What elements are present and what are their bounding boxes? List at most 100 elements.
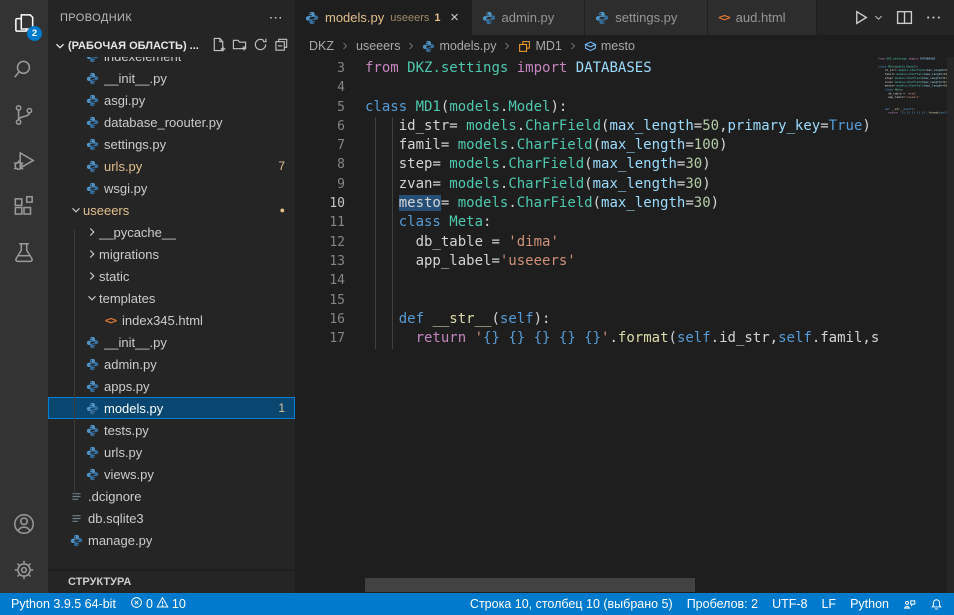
tree-folder-useeers[interactable]: useeers● <box>48 199 295 221</box>
tree-item-wsgi-py[interactable]: wsgi.py <box>48 177 295 199</box>
file-label: migrations <box>99 247 159 262</box>
problems-indicator[interactable]: 010 <box>123 593 193 615</box>
close-icon[interactable]: × <box>449 10 461 25</box>
python-icon <box>84 182 101 195</box>
tree-item-settings-py[interactable]: settings.py <box>48 133 295 155</box>
eol[interactable]: LF <box>814 593 843 615</box>
refresh-icon[interactable] <box>253 37 268 55</box>
python-icon <box>84 446 101 459</box>
encoding[interactable]: UTF-8 <box>765 593 814 615</box>
line-content: id_str= models.CharField(max_length=50,p… <box>365 117 878 136</box>
code-line: 16 def __str__(self): <box>295 310 878 329</box>
line-number: 6 <box>295 117 345 136</box>
listfile-icon <box>68 490 85 503</box>
collapse-all-icon[interactable] <box>274 37 289 55</box>
tree-item-clipped[interactable]: indexelement <box>48 57 295 67</box>
activitybar-source-control[interactable] <box>0 92 48 138</box>
line-number: 7 <box>295 136 345 155</box>
notifications-bell-icon[interactable] <box>923 593 950 615</box>
activitybar-account[interactable] <box>0 501 48 547</box>
tree-folder-migrations[interactable]: migrations <box>48 243 295 265</box>
code-editor[interactable]: 3from DKZ.settings import DATABASES45cla… <box>295 57 954 593</box>
tree-item-db-sqlite3[interactable]: db.sqlite3 <box>48 507 295 529</box>
tree-folder-static[interactable]: static <box>48 265 295 287</box>
breadcrumb-item-useeers[interactable]: useeers <box>356 39 400 53</box>
line-number: 15 <box>295 291 345 310</box>
breadcrumb-item-dkz[interactable]: DKZ <box>309 39 334 53</box>
breadcrumb-item-mesto[interactable]: mesto <box>584 39 635 53</box>
activitybar-explorer[interactable]: 2 <box>0 0 48 46</box>
tree-item--init-py[interactable]: __init__.py <box>48 331 295 353</box>
code-line: 5class MD1(models.Model): <box>295 98 878 117</box>
tree-item-index345-html[interactable]: <>index345.html <box>48 309 295 331</box>
chevron-down-icon <box>52 39 68 53</box>
tree-item-models-py[interactable]: models.py1 <box>48 397 295 419</box>
more-icon[interactable] <box>925 9 942 26</box>
tree-item-manage-py[interactable]: manage.py <box>48 529 295 551</box>
tree-folder--pycache-[interactable]: __pycache__ <box>48 221 295 243</box>
tree-item-admin-py[interactable]: admin.py <box>48 353 295 375</box>
explorer-badge: 2 <box>27 26 42 41</box>
breadcrumb-item-models-py[interactable]: models.py <box>422 39 496 53</box>
tree-folder-templates[interactable]: templates <box>48 287 295 309</box>
file-label: .dcignore <box>88 489 141 504</box>
tab-admin-py[interactable]: admin.py× <box>472 0 586 35</box>
tab-settings-py[interactable]: settings.py× <box>585 0 708 35</box>
file-tree: indexelement__init__.pyasgi.pydatabase_r… <box>48 57 295 551</box>
line-number: 12 <box>295 233 345 252</box>
feedback-icon[interactable] <box>896 593 923 615</box>
indentation[interactable]: Пробелов: 2 <box>680 593 765 615</box>
split-editor-icon[interactable] <box>896 9 913 26</box>
line-content <box>365 78 878 97</box>
line-content: zvan= models.CharField(max_length=30) <box>365 175 878 194</box>
tree-item-views-py[interactable]: views.py <box>48 463 295 485</box>
new-folder-icon[interactable] <box>232 37 247 55</box>
tab-models-py[interactable]: models.pyuseeers1× <box>295 0 472 35</box>
tree-item-tests-py[interactable]: tests.py <box>48 419 295 441</box>
python-icon <box>305 11 319 25</box>
tree-item-urls-py[interactable]: urls.py7 <box>48 155 295 177</box>
activitybar-search[interactable] <box>0 46 48 92</box>
file-label: manage.py <box>88 533 152 548</box>
activitybar-extensions[interactable] <box>0 184 48 230</box>
breadcrumb-separator-icon <box>339 40 351 52</box>
line-content: def __str__(self): <box>365 310 878 329</box>
tree-item-asgi-py[interactable]: asgi.py <box>48 89 295 111</box>
outline-section-header[interactable]: СТРУКТУРА <box>48 571 295 593</box>
line-content: from DKZ.settings import DATABASES <box>365 59 878 78</box>
activitybar-settings[interactable] <box>0 547 48 593</box>
activitybar-run-debug[interactable] <box>0 138 48 184</box>
cursor-position[interactable]: Строка 10, столбец 10 (выбрано 5) <box>463 593 680 615</box>
horizontal-scrollbar[interactable] <box>365 578 695 592</box>
tree-item-apps-py[interactable]: apps.py <box>48 375 295 397</box>
new-file-icon[interactable] <box>211 37 226 55</box>
file-label: urls.py <box>104 445 142 460</box>
file-label: indexelement <box>104 57 181 64</box>
chevron-right-icon <box>84 247 99 261</box>
tab-description: useeers <box>390 12 429 24</box>
tree-item--dcignore[interactable]: .dcignore <box>48 485 295 507</box>
python-icon <box>84 336 101 349</box>
activitybar-testing[interactable] <box>0 230 48 276</box>
run-icon[interactable] <box>852 9 869 26</box>
tree-item-urls-py[interactable]: urls.py <box>48 441 295 463</box>
python-interpreter[interactable]: Python 3.9.5 64-bit <box>4 593 123 615</box>
language-mode[interactable]: Python <box>843 593 896 615</box>
tree-item-database-roouter-py[interactable]: database_roouter.py <box>48 111 295 133</box>
file-label: useeers <box>83 203 129 218</box>
code-line: 14 <box>295 271 878 290</box>
run-dropdown-icon[interactable] <box>881 12 884 23</box>
code-line: 10 mesto= models.CharField(max_length=30… <box>295 194 878 213</box>
editor-actions <box>840 0 954 35</box>
workspace-section-header[interactable]: (РАБОЧАЯ ОБЛАСТЬ) ... <box>48 35 295 57</box>
tree-item--init-py[interactable]: __init__.py <box>48 67 295 89</box>
status-label: LF <box>821 597 836 611</box>
chevron-right-icon <box>84 225 99 239</box>
file-label: __init__.py <box>104 335 167 350</box>
minimap[interactable]: from DKZ.settings import DATABASESclass … <box>878 57 947 593</box>
breadcrumb-item-md1[interactable]: MD1 <box>518 39 561 53</box>
line-number: 8 <box>295 155 345 174</box>
explorer-more-icon[interactable]: ⋯ <box>269 9 283 26</box>
tab-aud-html[interactable]: <>aud.html× <box>708 0 816 35</box>
python-icon <box>84 160 101 173</box>
